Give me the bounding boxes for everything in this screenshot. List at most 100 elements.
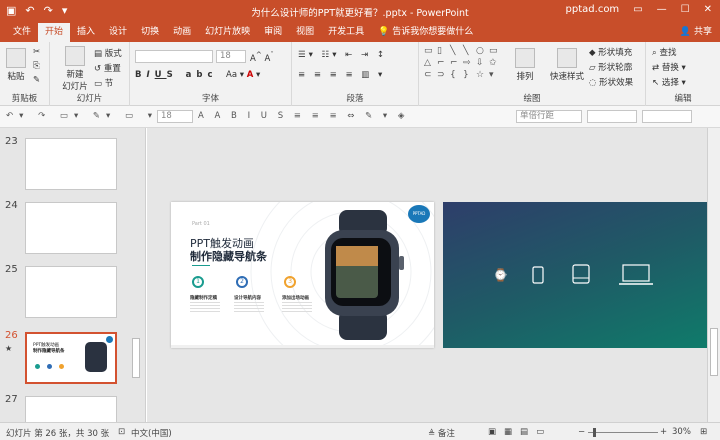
zoom-level[interactable]: 30% (672, 427, 691, 437)
list-buttons[interactable]: ☰▾ ☷▾ ⇤ ⇥ ↕ (298, 50, 387, 60)
find-button[interactable]: ⌕ 查找 (652, 46, 676, 58)
line-spacing-box[interactable]: 单倍行距 (516, 110, 582, 123)
step-1-text-lines (190, 302, 220, 303)
arrange-button[interactable]: 排列 (509, 48, 541, 82)
thumbnail-scrollbar[interactable] (132, 338, 140, 378)
thumbnail-slide-23[interactable] (25, 138, 117, 190)
group-slides: 新建 幻灯片 ▤ 版式 ↺ 重置 ▭ 节 幻灯片 (50, 42, 130, 106)
tab-animations[interactable]: 动画 (166, 23, 198, 42)
canvas-scroll-thumb[interactable] (710, 328, 718, 376)
thumbnail-watch-image (85, 342, 107, 372)
next-slide-preview[interactable]: ⌚ (443, 202, 707, 348)
title-underline (192, 265, 210, 266)
shape-effects-button[interactable]: ◌ 形状效果 (589, 76, 633, 88)
font-format-buttons[interactable]: BIUS abc (135, 70, 218, 80)
select-button[interactable]: ↖ 选择 ▾ (652, 76, 686, 88)
slide-footer-bar (171, 345, 434, 348)
share-label: 共享 (693, 27, 712, 37)
section-button[interactable]: ▭ 节 (94, 77, 113, 89)
tab-developer[interactable]: 开发工具 (321, 23, 371, 42)
ribbon-tabs: 文件 开始 插入 设计 切换 动画 幻灯片放映 审阅 视图 开发工具 💡 告诉我… (0, 23, 720, 42)
format-box-2[interactable] (587, 110, 637, 123)
shapes-gallery[interactable]: ▭ ▯ ╲ ╲ ○ ▭ △ ⌐ ⌐ ⇨ ⇩ ✩ ⊂ ⊃{} ☆ ▾ (424, 46, 504, 80)
font-group-label: 字体 (201, 94, 219, 104)
tab-insert[interactable]: 插入 (70, 23, 102, 42)
close-button[interactable]: ✕ (704, 4, 712, 15)
tab-transitions[interactable]: 切换 (134, 23, 166, 42)
quick-styles-button[interactable]: 快速样式 (547, 48, 587, 82)
tablet-icon (572, 264, 590, 284)
step-3-text-lines (282, 302, 312, 303)
thumbnail-slide-25[interactable] (25, 266, 117, 318)
thumbnail-slide-26[interactable]: PPT触发动画 制作隐藏导航条 (25, 332, 117, 384)
tab-slideshow[interactable]: 幻灯片放映 (198, 23, 257, 42)
drawing-group-label: 绘图 (523, 94, 541, 104)
tab-design[interactable]: 设计 (102, 23, 134, 42)
shape-fill-label: 形状填充 (598, 48, 633, 58)
copy-icon[interactable]: ⎘ (33, 61, 40, 71)
format-painter-icon[interactable]: ✎ (33, 75, 40, 85)
shape-effects-label: 形状效果 (599, 78, 634, 88)
minimize-button[interactable]: — (657, 4, 667, 15)
shape-fill-button[interactable]: ◆ 形状填充 (589, 46, 632, 58)
tab-home[interactable]: 开始 (38, 23, 71, 42)
align-buttons[interactable]: ≡ ≡ ≡ ≡ ▥ ▾ (298, 70, 385, 80)
shape-outline-button[interactable]: ▱ 形状轮廓 (589, 61, 632, 73)
select-icon: ↖ (652, 78, 660, 88)
thumbnail-dot (35, 364, 40, 369)
thumbnail-dot (47, 364, 52, 369)
zoom-out-button[interactable]: − (578, 427, 585, 437)
thumbnail-number: 24 (5, 200, 18, 211)
tab-view[interactable]: 视图 (289, 23, 321, 42)
language-indicator[interactable]: 中文(中国) (131, 427, 172, 439)
font-color-icon[interactable]: Aa ▾ A ▾ (226, 70, 260, 80)
thumbnail-number-selected: 26 (5, 330, 18, 341)
notes-button[interactable]: ≜ 备注 (428, 427, 455, 439)
font-size-box[interactable]: 18 (216, 50, 246, 63)
new-slide-label-2: 幻灯片 (62, 82, 88, 92)
zoom-slider[interactable] (588, 432, 658, 433)
step-1-label: 隐藏制作定稿 (190, 296, 217, 301)
status-bar: 幻灯片 第 26 张，共 30 张 ⊡ 中文(中国) ≜ 备注 ▣▦▤▭ − +… (0, 422, 720, 440)
current-slide[interactable]: Part 01 PPT触发动画 制作隐藏导航条 1 2 3 隐藏制作定稿 设计导… (171, 202, 434, 348)
thumbnail-dot (59, 364, 64, 369)
cut-icon[interactable]: ✂ (33, 47, 40, 57)
view-buttons[interactable]: ▣▦▤▭ (488, 427, 552, 437)
thumbnail-slide-24[interactable] (25, 202, 117, 254)
group-font: 18 A^ Aˇ BIUS abc Aa ▾ A ▾ 字体 (130, 42, 292, 106)
font-name-box[interactable] (135, 50, 213, 63)
clipboard-group-label: 剪贴板 (11, 94, 38, 104)
maximize-button[interactable]: ☐ (681, 4, 690, 15)
font-grow-icon[interactable]: A^ Aˇ (250, 50, 274, 64)
thumbnail-number: 27 (5, 394, 18, 405)
format-toolbar-icons-2[interactable]: A A B I U S ≡ ≡ ≡ ⇔ ✎ ▾ ◈ (198, 111, 408, 121)
thumbnail-slide-27[interactable] (25, 396, 117, 422)
quick-styles-icon (557, 48, 577, 68)
paste-button[interactable]: 粘贴 (6, 48, 26, 82)
tab-file[interactable]: 文件 (6, 23, 38, 42)
format-toolbar-icons[interactable]: ↶▾ ↷ ▭▾ ✎▾ ▭ ▾ ▢ (6, 111, 181, 121)
paste-icon (6, 48, 26, 68)
format-box-3[interactable] (642, 110, 692, 123)
canvas-scrollbar[interactable] (707, 128, 720, 422)
replace-button[interactable]: ⇄ 替换 ▾ (652, 61, 686, 73)
ribbon-options-icon[interactable]: ▭ (633, 4, 642, 15)
share-button[interactable]: 👤 共享 (680, 23, 712, 42)
select-label: 选择 (661, 78, 679, 88)
account-name[interactable]: pptad.com (566, 4, 620, 15)
layout-button[interactable]: ▤ 版式 (94, 47, 122, 59)
zoom-slider-thumb[interactable] (593, 428, 596, 437)
zoom-in-button[interactable]: + (660, 427, 667, 437)
section-label: 节 (104, 79, 114, 89)
thumbnail-number: 23 (5, 136, 18, 147)
step-3-badge: 3 (284, 276, 296, 288)
format-font-size[interactable]: 18 (157, 110, 193, 123)
tell-me-search[interactable]: 💡 告诉我你想要做什么 (371, 23, 480, 42)
spellcheck-icon[interactable]: ⊡ (118, 427, 125, 437)
arrange-label: 排列 (516, 72, 534, 82)
fit-slide-icon[interactable]: ⊞ (700, 427, 707, 437)
ribbon: 粘贴 ✂ ⎘ ✎ 剪贴板 新建 幻灯片 ▤ 版式 ↺ 重置 ▭ 节 幻灯片 18 … (0, 42, 720, 106)
reset-button[interactable]: ↺ 重置 (94, 62, 121, 74)
new-slide-button[interactable]: 新建 幻灯片 (58, 46, 92, 92)
tab-review[interactable]: 审阅 (257, 23, 289, 42)
